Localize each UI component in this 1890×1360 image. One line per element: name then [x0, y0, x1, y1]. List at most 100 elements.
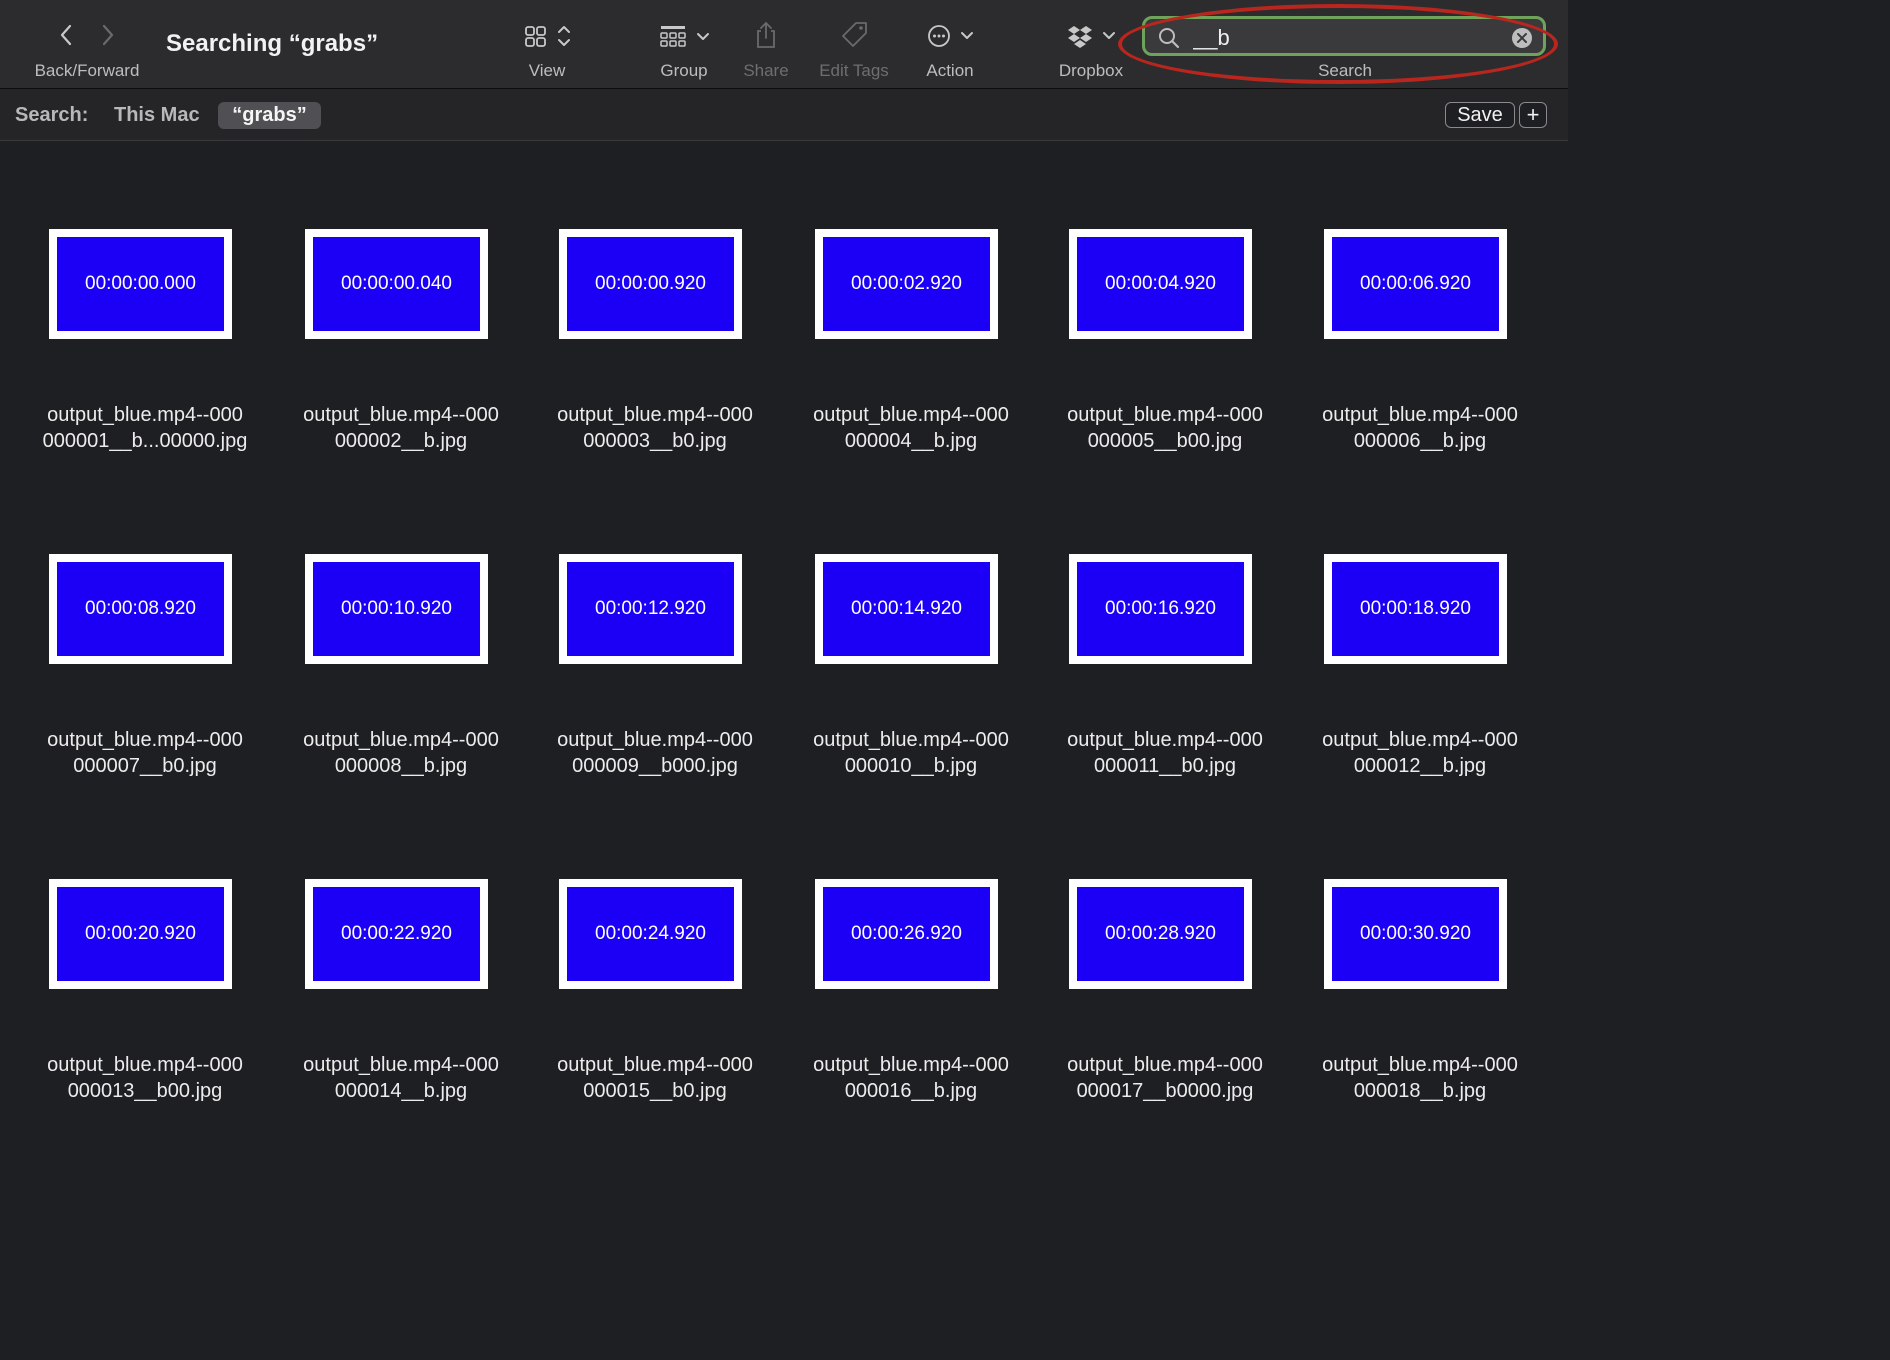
thumbnail-timestamp: 00:00:02.920 [823, 237, 990, 331]
forward-button[interactable] [97, 22, 119, 48]
file-thumbnail: 00:00:24.920 [559, 879, 742, 989]
file-thumbnail: 00:00:28.920 [1069, 879, 1252, 989]
file-item[interactable]: 00:00:20.920 output_blue.mp4--000 000013_… [20, 879, 270, 1139]
dropbox-icon [1068, 26, 1115, 48]
search-input[interactable] [1191, 23, 1495, 53]
share-icon [757, 21, 775, 48]
back-forward-label: Back/Forward [34, 61, 140, 80]
thumbnail-timestamp: 00:00:00.000 [57, 237, 224, 331]
thumbnail-timestamp: 00:00:28.920 [1077, 887, 1244, 981]
finder-toolbar: Back/Forward Searching “grabs” View Grou… [0, 0, 1568, 89]
file-item[interactable]: 00:00:00.040 output_blue.mp4--000 000002_… [276, 229, 526, 489]
file-thumbnail: 00:00:12.920 [559, 554, 742, 664]
file-item[interactable]: 00:00:28.920 output_blue.mp4--000 000017_… [1040, 879, 1290, 1139]
file-item[interactable]: 00:00:24.920 output_blue.mp4--000 000015_… [530, 879, 780, 1139]
thumbnail-timestamp: 00:00:12.920 [567, 562, 734, 656]
clear-search-button[interactable] [1511, 27, 1533, 49]
file-item[interactable]: 00:00:12.920 output_blue.mp4--000 000009_… [530, 554, 780, 814]
chevron-right-icon [102, 24, 114, 46]
thumbnail-timestamp: 00:00:18.920 [1332, 562, 1499, 656]
file-name: output_blue.mp4--000 000018__b.jpg [1322, 1054, 1518, 1102]
file-name: output_blue.mp4--000 000002__b.jpg [303, 404, 499, 452]
thumbnail-timestamp: 00:00:00.920 [567, 237, 734, 331]
file-name: output_blue.mp4--000 000015__b0.jpg [557, 1054, 753, 1102]
save-search-button[interactable]: Save [1445, 102, 1515, 128]
file-thumbnail: 00:00:30.920 [1324, 879, 1507, 989]
file-item[interactable]: 00:00:06.920 output_blue.mp4--000 000006_… [1295, 229, 1545, 489]
file-item[interactable]: 00:00:16.920 output_blue.mp4--000 000011_… [1040, 554, 1290, 814]
add-criteria-button[interactable]: + [1519, 102, 1547, 128]
file-item[interactable]: 00:00:10.920 output_blue.mp4--000 000008_… [276, 554, 526, 814]
file-thumbnail: 00:00:10.920 [305, 554, 488, 664]
action-button[interactable] [925, 22, 977, 50]
group-label: Group [660, 61, 708, 80]
thumbnail-timestamp: 00:00:24.920 [567, 887, 734, 981]
icon-grid-view-icon [525, 26, 570, 47]
file-item[interactable]: 00:00:04.920 output_blue.mp4--000 000005_… [1040, 229, 1290, 489]
thumbnail-timestamp: 00:00:30.920 [1332, 887, 1499, 981]
file-item[interactable]: 00:00:00.000 output_blue.mp4--000 000001_… [20, 229, 270, 489]
file-name: output_blue.mp4--000 000009__b000.jpg [557, 729, 753, 777]
thumbnail-timestamp: 00:00:20.920 [57, 887, 224, 981]
scope-this-mac[interactable]: This Mac [114, 104, 200, 127]
file-name: output_blue.mp4--000 000016__b.jpg [813, 1054, 1009, 1102]
file-name: output_blue.mp4--000 000011__b0.jpg [1067, 729, 1263, 777]
file-name: output_blue.mp4--000 000007__b0.jpg [47, 729, 243, 777]
ellipsis-circle-icon [928, 25, 973, 47]
view-label: View [528, 61, 566, 80]
thumbnail-timestamp: 00:00:26.920 [823, 887, 990, 981]
scope-grabs[interactable]: “grabs” [218, 102, 321, 129]
thumbnail-timestamp: 00:00:08.920 [57, 562, 224, 656]
thumbnail-timestamp: 00:00:10.920 [313, 562, 480, 656]
search-scope-label: Search: [15, 104, 89, 126]
share-button[interactable] [752, 20, 780, 50]
thumbnail-timestamp: 00:00:04.920 [1077, 237, 1244, 331]
thumbnail-timestamp: 00:00:14.920 [823, 562, 990, 656]
file-item[interactable]: 00:00:02.920 output_blue.mp4--000 000004_… [786, 229, 1036, 489]
window-title: Searching “grabs” [166, 30, 379, 57]
view-button[interactable] [522, 22, 574, 50]
file-item[interactable]: 00:00:22.920 output_blue.mp4--000 000014_… [276, 879, 526, 1139]
share-label: Share [743, 61, 789, 80]
edit-tags-button[interactable] [840, 20, 870, 50]
file-item[interactable]: 00:00:08.920 output_blue.mp4--000 000007_… [20, 554, 270, 814]
search-field[interactable] [1142, 16, 1546, 56]
thumbnail-timestamp: 00:00:16.920 [1077, 562, 1244, 656]
file-name: output_blue.mp4--000 000013__b00.jpg [47, 1054, 243, 1102]
results-grid: 00:00:00.000 output_blue.mp4--000 000001_… [0, 141, 1568, 1128]
magnifier-icon [1157, 26, 1181, 50]
group-button[interactable] [658, 22, 714, 50]
file-thumbnail: 00:00:06.920 [1324, 229, 1507, 339]
file-item[interactable]: 00:00:14.920 output_blue.mp4--000 000010_… [786, 554, 1036, 814]
thumbnail-timestamp: 00:00:06.920 [1332, 237, 1499, 331]
file-thumbnail: 00:00:08.920 [49, 554, 232, 664]
file-thumbnail: 00:00:00.000 [49, 229, 232, 339]
action-label: Action [926, 61, 974, 80]
file-name: output_blue.mp4--000 000004__b.jpg [813, 404, 1009, 452]
file-name: output_blue.mp4--000 000001__b...00000.jp… [42, 404, 248, 452]
file-name: output_blue.mp4--000 000012__b.jpg [1322, 729, 1518, 777]
back-button[interactable] [55, 22, 77, 48]
file-item[interactable]: 00:00:30.920 output_blue.mp4--000 000018_… [1295, 879, 1545, 1139]
file-item[interactable]: 00:00:00.920 output_blue.mp4--000 000003_… [530, 229, 780, 489]
file-name: output_blue.mp4--000 000008__b.jpg [303, 729, 499, 777]
file-thumbnail: 00:00:20.920 [49, 879, 232, 989]
file-thumbnail: 00:00:18.920 [1324, 554, 1507, 664]
file-thumbnail: 00:00:14.920 [815, 554, 998, 664]
tag-icon [842, 22, 867, 47]
file-item[interactable]: 00:00:18.920 output_blue.mp4--000 000012_… [1295, 554, 1545, 814]
file-thumbnail: 00:00:04.920 [1069, 229, 1252, 339]
clear-circle-icon [1512, 28, 1532, 48]
thumbnail-timestamp: 00:00:22.920 [313, 887, 480, 981]
dropbox-button[interactable] [1065, 22, 1121, 50]
file-thumbnail: 00:00:16.920 [1069, 554, 1252, 664]
file-name: output_blue.mp4--000 000014__b.jpg [303, 1054, 499, 1102]
file-thumbnail: 00:00:02.920 [815, 229, 998, 339]
search-label: Search [1318, 61, 1372, 80]
file-thumbnail: 00:00:26.920 [815, 879, 998, 989]
file-name: output_blue.mp4--000 000006__b.jpg [1322, 404, 1518, 452]
file-item[interactable]: 00:00:26.920 output_blue.mp4--000 000016_… [786, 879, 1036, 1139]
file-thumbnail: 00:00:00.040 [305, 229, 488, 339]
thumbnail-timestamp: 00:00:00.040 [313, 237, 480, 331]
file-name: output_blue.mp4--000 000010__b.jpg [813, 729, 1009, 777]
